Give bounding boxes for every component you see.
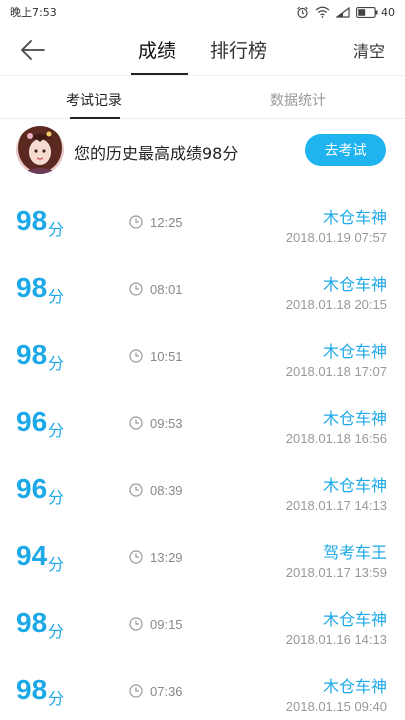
record-list: 98 分 12:25 木仓车神 2018.01.19 07:57 98 分 08… xyxy=(0,189,405,720)
score-value: 96 xyxy=(16,473,48,504)
record-row[interactable]: 98 分 12:25 木仓车神 2018.01.19 07:57 xyxy=(0,189,405,256)
record-row[interactable]: 98 分 09:15 木仓车神 2018.01.16 14:13 xyxy=(0,591,405,658)
avatar xyxy=(16,126,64,174)
subtab-exam-records[interactable]: 考试记录 xyxy=(66,90,122,110)
exam-duration: 08:39 xyxy=(150,483,183,498)
exam-duration: 12:25 xyxy=(150,215,183,230)
examiner-title: 木仓车神 xyxy=(322,610,387,629)
score-unit: 分 xyxy=(48,622,65,641)
best-score-text: 您的历史最高成绩98分 xyxy=(74,144,239,163)
battery-level: 40 xyxy=(381,5,395,19)
examiner-title: 木仓车神 xyxy=(322,208,387,227)
clock-icon xyxy=(129,617,143,631)
clock-icon xyxy=(129,416,143,430)
sub-tabs: 考试记录 数据统计 xyxy=(0,77,405,119)
tab-leaderboard[interactable]: 排行榜 xyxy=(210,36,267,63)
exam-duration: 09:15 xyxy=(150,617,183,632)
back-arrow-icon xyxy=(21,40,45,60)
examiner-title: 木仓车神 xyxy=(322,409,387,428)
clock-icon xyxy=(129,282,143,296)
score-value: 94 xyxy=(16,540,48,571)
score-value: 98 xyxy=(16,674,48,705)
best-score-row: 您的历史最高成绩98分 去考试 xyxy=(0,120,405,180)
exam-duration: 13:29 xyxy=(150,550,183,565)
clock-icon xyxy=(129,215,143,229)
exam-duration: 10:51 xyxy=(150,349,183,364)
exam-datetime: 2018.01.17 13:59 xyxy=(285,565,387,580)
exam-datetime: 2018.01.18 16:56 xyxy=(285,431,387,446)
clear-button[interactable]: 清空 xyxy=(353,38,385,62)
record-row[interactable]: 94 分 13:29 驾考车王 2018.01.17 13:59 xyxy=(0,524,405,591)
exam-datetime: 2018.01.17 14:13 xyxy=(285,498,387,513)
score-unit: 分 xyxy=(48,287,65,306)
clock-icon xyxy=(129,483,143,497)
battery-indicator: 40 xyxy=(356,6,395,19)
exam-datetime: 2018.01.18 17:07 xyxy=(285,364,387,379)
back-button[interactable] xyxy=(18,36,48,64)
exam-duration: 07:36 xyxy=(150,684,183,699)
alarm-icon xyxy=(297,6,308,18)
status-time: 晚上7:53 xyxy=(10,6,57,19)
examiner-title: 木仓车神 xyxy=(322,342,387,361)
active-tab-indicator xyxy=(131,73,188,75)
exam-datetime: 2018.01.18 20:15 xyxy=(285,297,387,312)
signal-icon xyxy=(336,6,350,18)
subtab-statistics[interactable]: 数据统计 xyxy=(270,90,326,110)
status-bar: 晚上7:53 40 xyxy=(0,0,405,24)
examiner-title: 木仓车神 xyxy=(322,677,387,696)
score-unit: 分 xyxy=(48,689,65,708)
examiner-title: 木仓车神 xyxy=(322,476,387,495)
score-value: 98 xyxy=(16,607,48,638)
score-value: 96 xyxy=(16,406,48,437)
score-unit: 分 xyxy=(48,421,65,440)
battery-icon xyxy=(356,6,378,18)
score-unit: 分 xyxy=(48,354,65,373)
score-value: 98 xyxy=(16,339,48,370)
score-unit: 分 xyxy=(48,220,65,239)
exam-datetime: 2018.01.16 14:13 xyxy=(285,632,387,647)
clock-icon xyxy=(129,349,143,363)
go-exam-button[interactable]: 去考试 xyxy=(305,134,386,166)
tab-scores[interactable]: 成绩 xyxy=(138,36,176,63)
exam-duration: 09:53 xyxy=(150,416,183,431)
top-nav: 成绩 排行榜 清空 xyxy=(0,24,405,76)
wifi-icon xyxy=(315,6,330,18)
record-row[interactable]: 98 分 10:51 木仓车神 2018.01.18 17:07 xyxy=(0,323,405,390)
score-value: 98 xyxy=(16,205,48,236)
record-row[interactable]: 96 分 08:39 木仓车神 2018.01.17 14:13 xyxy=(0,457,405,524)
record-row[interactable]: 96 分 09:53 木仓车神 2018.01.18 16:56 xyxy=(0,390,405,457)
exam-duration: 08:01 xyxy=(150,282,183,297)
clock-icon xyxy=(129,684,143,698)
active-subtab-indicator xyxy=(70,117,120,119)
record-row[interactable]: 98 分 07:36 木仓车神 2018.01.15 09:40 xyxy=(0,658,405,720)
score-unit: 分 xyxy=(48,555,65,574)
status-icons: 40 xyxy=(296,6,395,19)
examiner-title: 木仓车神 xyxy=(322,275,387,294)
exam-datetime: 2018.01.15 09:40 xyxy=(285,699,387,714)
score-unit: 分 xyxy=(48,488,65,507)
exam-datetime: 2018.01.19 07:57 xyxy=(285,230,387,245)
clock-icon xyxy=(129,550,143,564)
examiner-title: 驾考车王 xyxy=(322,543,387,562)
record-row[interactable]: 98 分 08:01 木仓车神 2018.01.18 20:15 xyxy=(0,256,405,323)
score-value: 98 xyxy=(16,272,48,303)
